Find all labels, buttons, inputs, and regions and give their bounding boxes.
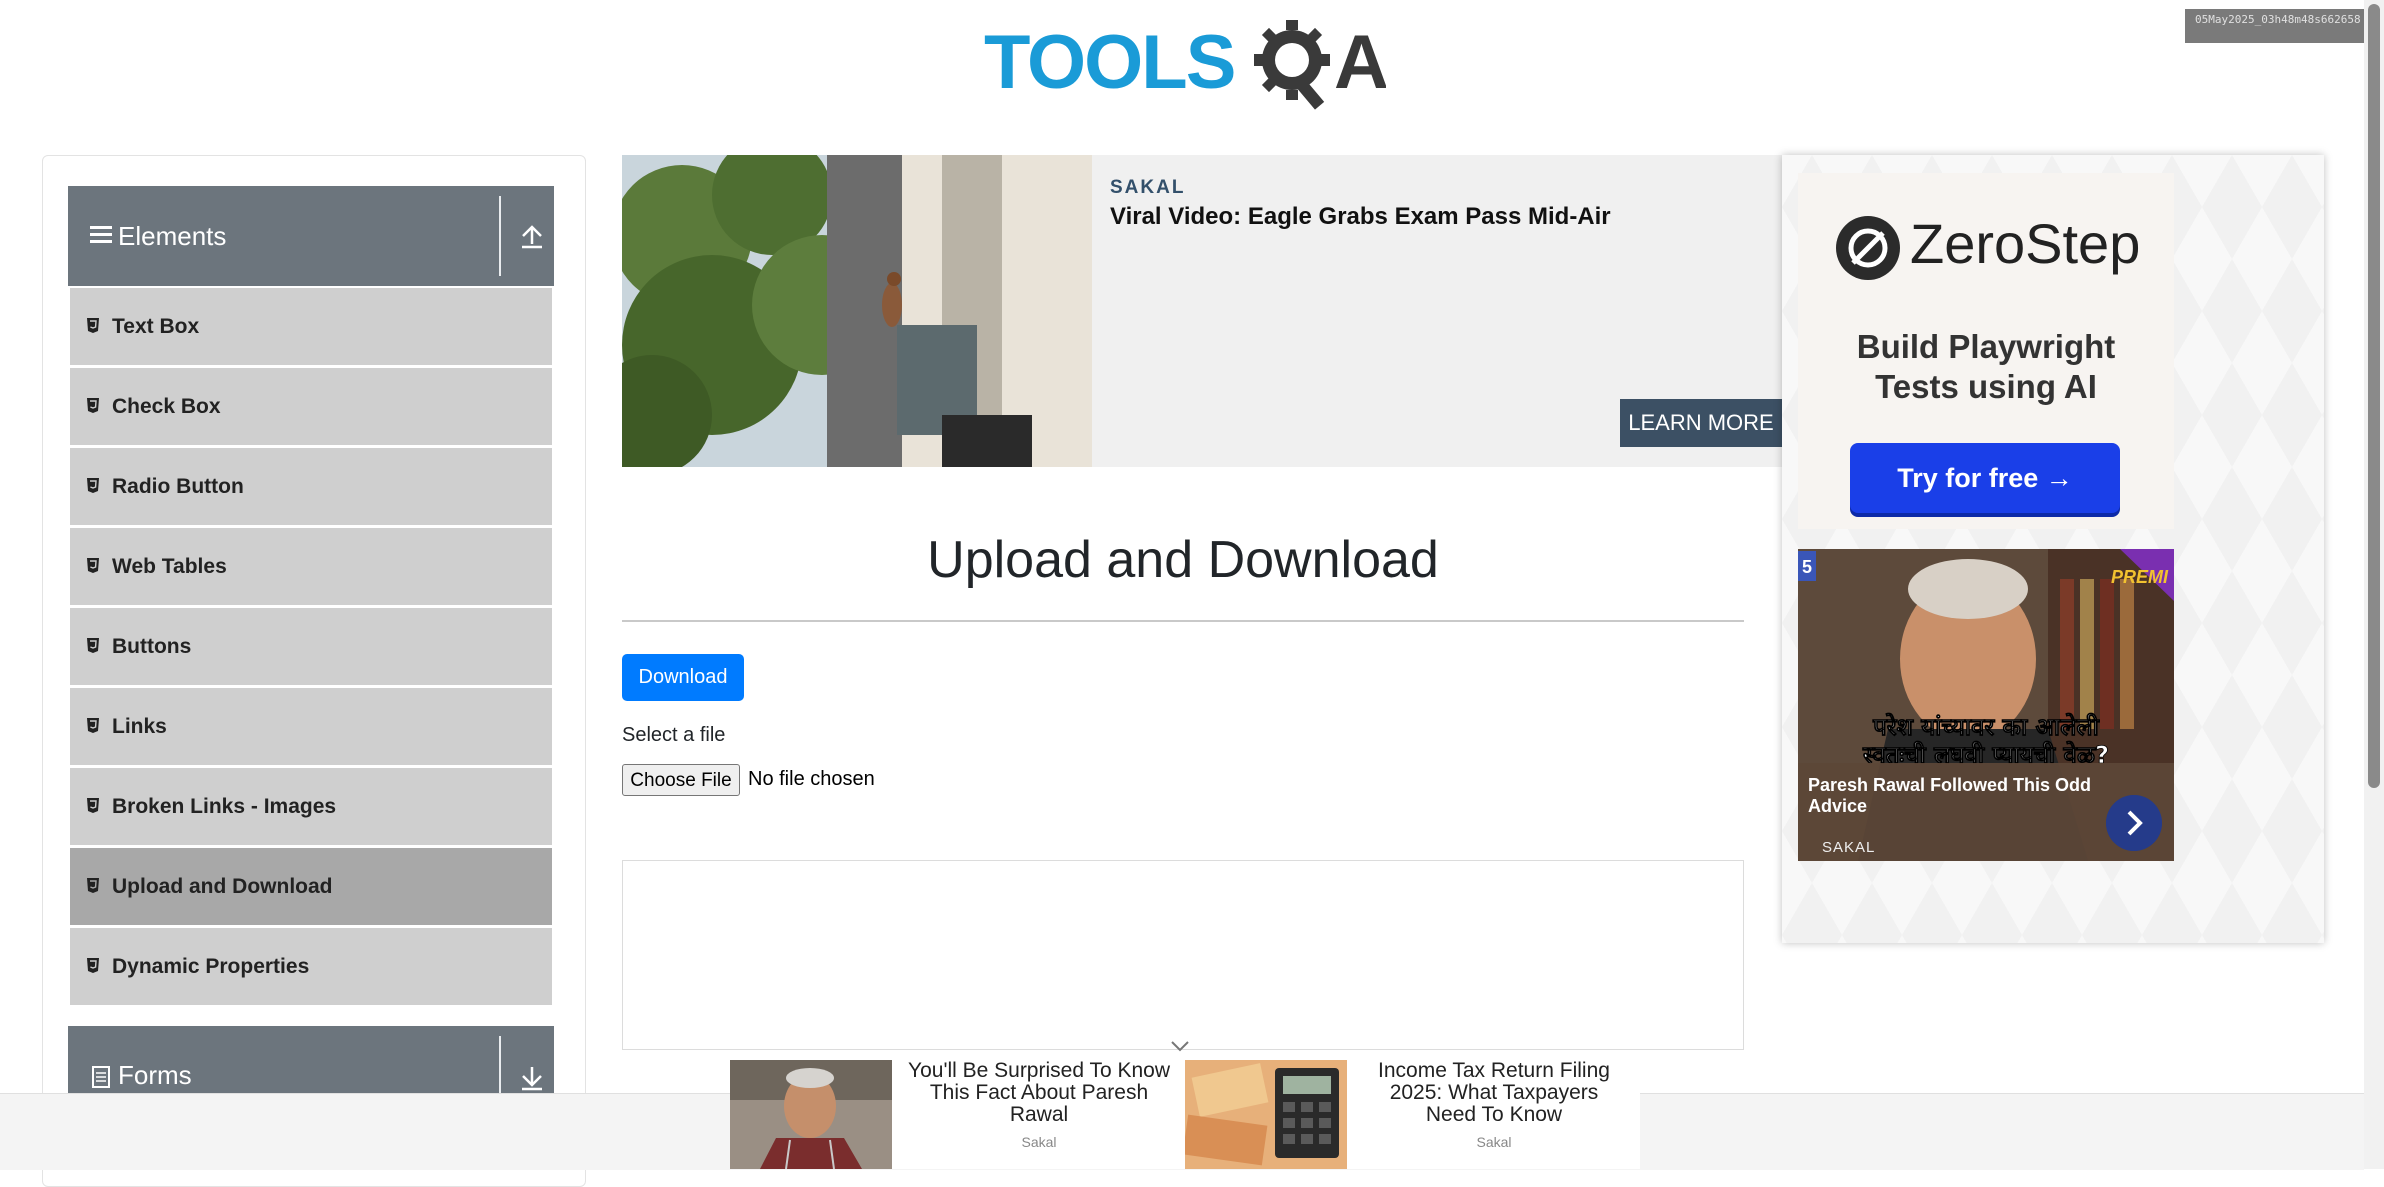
sidebar-item-label: Text Box — [112, 315, 200, 338]
chevron-down-icon[interactable] — [1168, 1038, 1192, 1054]
sidebar-item-web-tables[interactable]: Web Tables — [70, 528, 552, 608]
title-divider — [622, 620, 1744, 622]
video-badge: PREMI — [2111, 567, 2169, 587]
group-title: Elements — [118, 221, 227, 251]
select-file-label: Select a file — [622, 724, 726, 746]
html5-icon — [87, 318, 99, 333]
learn-more-button[interactable]: LEARN MORE — [1620, 399, 1782, 447]
story-title[interactable]: You'll Be Surprised To Know This Fact Ab… — [908, 1060, 1170, 1126]
group-header-elements[interactable]: Elements — [68, 186, 554, 286]
collapse-icon[interactable] — [519, 222, 545, 250]
sidebar-item-text-box[interactable]: Text Box — [70, 288, 552, 368]
ad-banner[interactable]: SAKAL Viral Video: Eagle Grabs Exam Pass… — [622, 155, 1782, 467]
ad-placeholder-box — [622, 860, 1744, 1050]
story-source: Sakal — [1476, 1134, 1512, 1150]
video-ad-source: SAKAL — [1822, 839, 1876, 856]
expand-icon[interactable] — [519, 1064, 545, 1092]
sidebar-item-label: Check Box — [112, 395, 221, 418]
html5-icon — [87, 638, 99, 653]
ad-headline[interactable]: Viral Video: Eagle Grabs Exam Pass Mid-A… — [1110, 203, 1611, 231]
document-icon — [92, 1066, 110, 1088]
svg-text:5: 5 — [1802, 557, 1812, 577]
sidebar-ad[interactable]: ZeroStep Build Playwright Tests using AI… — [1782, 155, 2324, 943]
try-for-free-button[interactable]: Try for free → — [1850, 443, 2120, 513]
sidebar-item-label: Upload and Download — [112, 875, 333, 898]
sidebar-item-label: Web Tables — [112, 555, 227, 578]
sidebar-item-upload-download[interactable]: Upload and Download — [70, 848, 552, 928]
bottom-story[interactable]: You'll Be Surprised To Know This Fact Ab… — [730, 1060, 1185, 1169]
zerostep-logo-icon — [1836, 216, 1900, 280]
sidebar-item-dynamic-properties[interactable]: Dynamic Properties — [70, 928, 552, 1008]
scrollbar-thumb[interactable] — [2368, 4, 2380, 788]
sidebar-item-links[interactable]: Links — [70, 688, 552, 768]
sidebar-item-label: Radio Button — [112, 475, 244, 498]
html5-icon — [87, 958, 99, 973]
story-source: Sakal — [1021, 1134, 1057, 1150]
zerostep-tagline: Build Playwright Tests using AI — [1798, 327, 2174, 407]
timestamp-overlay: 05May2025_03h48m48s662658 — [2185, 9, 2369, 43]
html5-icon — [87, 798, 99, 813]
html5-icon — [87, 558, 99, 573]
download-button[interactable]: Download — [622, 654, 744, 701]
html5-icon — [87, 878, 99, 893]
sidebar-item-label: Dynamic Properties — [112, 955, 310, 978]
html5-icon — [87, 478, 99, 493]
zerostep-brand: ZeroStep — [1910, 212, 2141, 275]
file-status: No file chosen — [748, 768, 875, 790]
bottom-story[interactable]: Income Tax Return Filing 2025: What Taxp… — [1185, 1060, 1640, 1169]
svg-text:A: A — [1334, 20, 1386, 105]
hamburger-icon — [90, 226, 112, 243]
next-arrow-icon[interactable] — [2106, 795, 2162, 851]
sidebar-item-check-box[interactable]: Check Box — [70, 368, 552, 448]
site-logo[interactable]: TOOLS A — [984, 18, 1389, 114]
sidebar-item-label: Buttons — [112, 635, 192, 658]
html5-icon — [87, 718, 99, 733]
zerostep-ad[interactable]: ZeroStep Build Playwright Tests using AI… — [1798, 173, 2174, 529]
video-ad-title[interactable]: Paresh Rawal Followed This Odd Advice — [1808, 775, 2108, 817]
tagline-line: Tests using AI — [1875, 368, 2097, 405]
sidebar-item-radio-button[interactable]: Radio Button — [70, 448, 552, 528]
ad-source: SAKAL — [1110, 177, 1186, 198]
sidebar-item-label: Broken Links - Images — [112, 795, 337, 818]
sidebar-item-buttons[interactable]: Buttons — [70, 608, 552, 688]
svg-text:TOOLS: TOOLS — [984, 20, 1234, 105]
story-thumbnail — [1185, 1060, 1347, 1169]
video-overlay-line: परेश यांच्यावर का आलेली — [1872, 713, 2099, 741]
page-title: Upload and Download — [927, 531, 1439, 589]
ad-photo — [622, 155, 1092, 467]
story-thumbnail — [730, 1060, 892, 1169]
sidebar-item-broken-links[interactable]: Broken Links - Images — [70, 768, 552, 848]
video-ad[interactable]: परेश यांच्यावर का आलेली स्वतःची लघवी प्य… — [1798, 549, 2174, 861]
choose-file-button[interactable]: Choose File — [622, 764, 740, 796]
story-title[interactable]: Income Tax Return Filing 2025: What Taxp… — [1363, 1060, 1625, 1126]
sidebar-item-label: Links — [112, 715, 167, 738]
html5-icon — [87, 398, 99, 413]
tagline-line: Build Playwright — [1856, 328, 2116, 365]
divider — [499, 196, 501, 276]
